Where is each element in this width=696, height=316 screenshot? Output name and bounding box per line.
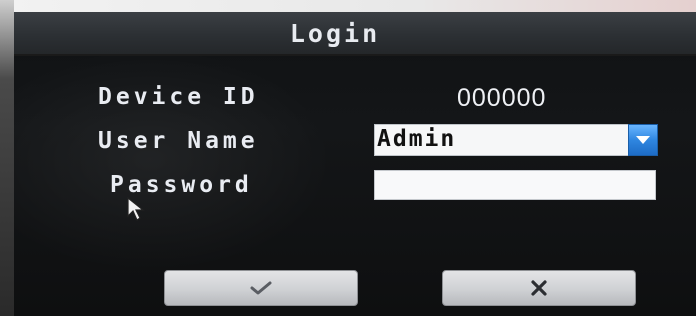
dialog-title: Login: [289, 18, 381, 48]
device-id-value: 000000: [457, 84, 547, 112]
close-icon: [531, 280, 547, 296]
ok-button[interactable]: [164, 270, 358, 306]
check-icon: [250, 281, 272, 295]
monitor-bezel-left: [0, 0, 14, 316]
dvr-screen: Login Device ID 000000 User Name Admin P…: [0, 0, 696, 316]
password-label: Password: [110, 172, 253, 198]
password-input[interactable]: [374, 170, 656, 200]
cancel-button[interactable]: [442, 270, 636, 306]
dropdown-arrow-icon[interactable]: [628, 124, 658, 156]
login-title-bar: Login: [14, 12, 696, 56]
user-name-select[interactable]: Admin: [374, 124, 658, 156]
device-id-label: Device ID: [98, 84, 259, 110]
login-dialog-body: Device ID 000000 User Name Admin Passwor…: [14, 56, 696, 316]
monitor-bezel-top: [0, 0, 696, 12]
mouse-pointer-icon: [127, 196, 145, 221]
user-name-selected-value: Admin: [377, 126, 457, 152]
user-name-label: User Name: [98, 128, 259, 154]
